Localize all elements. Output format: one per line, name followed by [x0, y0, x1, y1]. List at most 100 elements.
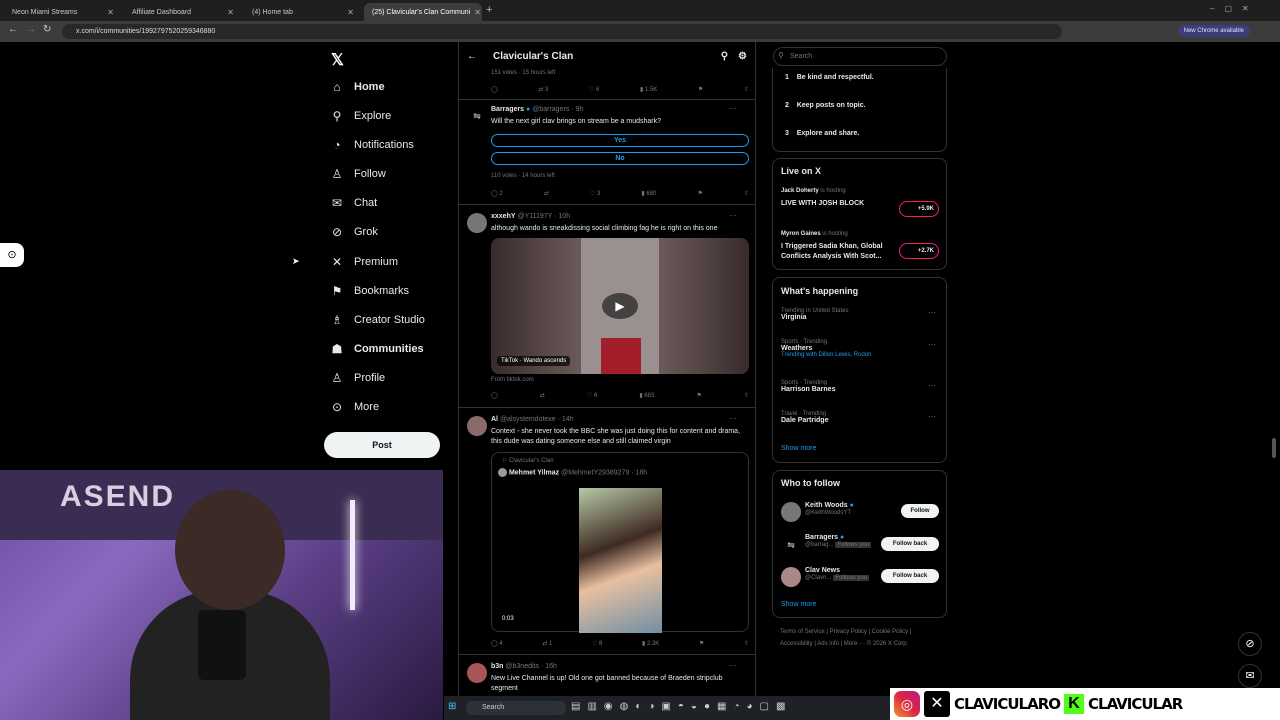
trend-3[interactable]: Sports · Trending Harrison Barnes	[781, 380, 835, 393]
reload-icon[interactable]: ↻	[43, 24, 51, 35]
live-count-1[interactable]: +5.9K	[899, 201, 939, 217]
play-icon[interactable]: ▶	[602, 293, 638, 319]
nav-creator-studio[interactable]: ♗ Creator Studio	[330, 309, 425, 331]
like-action[interactable]: ♡ 8	[592, 640, 602, 647]
x-logo-icon[interactable]: 𝕏	[331, 50, 344, 70]
more-icon[interactable]: ···	[729, 211, 737, 220]
tweet-barragers[interactable]: ⇋ Barragers ● @barragers · 9h ··· Will t…	[459, 100, 755, 205]
trend-1[interactable]: Trending in United States Virginia	[781, 308, 848, 321]
avatar[interactable]: ⇋	[781, 535, 801, 555]
taskbar-apps-icon[interactable]: ▤▥◉◍◐◑▣◓◒●▦◔◕▢▩	[571, 701, 792, 712]
show-more-link[interactable]: Show more	[781, 601, 816, 608]
video-embed[interactable]: ▶ TikTok · Wando ascends	[491, 238, 749, 374]
grok-icon[interactable]: ⊘	[1238, 632, 1262, 656]
author-name[interactable]: Al	[491, 416, 498, 423]
bookmark-icon[interactable]: ⚑	[699, 640, 704, 647]
reply-action[interactable]: ◯ 4	[491, 640, 503, 647]
author-name[interactable]: b3n	[491, 663, 503, 670]
new-tab-icon[interactable]: +	[486, 4, 492, 16]
follow-back-button[interactable]: Follow back	[881, 569, 939, 583]
reply-icon[interactable]: ◯	[491, 392, 498, 399]
window-controls[interactable]: –▢✕	[1210, 4, 1259, 13]
show-more-link[interactable]: Show more	[781, 445, 816, 452]
messages-icon[interactable]: ✉	[1238, 664, 1262, 688]
new-chrome-badge[interactable]: New Chrome available	[1177, 25, 1250, 37]
tab-clavicular-clan[interactable]: (25) Clavicular's Clan Communi ✕	[364, 3, 482, 21]
follow-back-button[interactable]: Follow back	[881, 537, 939, 551]
like-action[interactable]: ♡ 6	[587, 392, 597, 399]
avatar[interactable]	[781, 567, 801, 587]
back-icon[interactable]: ←	[8, 24, 18, 35]
live-title-2[interactable]: I Triggered Sadia Khan, Global Conflicts…	[781, 242, 893, 262]
live-title-1[interactable]: LIVE WITH JOSH BLOCK	[781, 200, 864, 207]
more-icon[interactable]: ···	[729, 104, 737, 113]
poll-option-yes[interactable]: Yes	[491, 134, 749, 147]
tweet-al[interactable]: Al @alsystemdotexe · 14h ··· Context - s…	[459, 408, 755, 655]
nav-explore[interactable]: ⚲ Explore	[330, 105, 392, 127]
share-icon[interactable]: ⇧	[744, 640, 749, 647]
tab-affiliate[interactable]: Affiliate Dashboard ✕	[124, 3, 242, 21]
nav-grok[interactable]: ⊘ Grok	[330, 221, 378, 243]
close-icon[interactable]: ✕	[347, 8, 354, 17]
author-name[interactable]: Barragers	[491, 106, 524, 113]
tweet-xxxehy[interactable]: xxxehY @Y11197Y · 10h ··· although wando…	[459, 205, 755, 408]
live-count-2[interactable]: +2.7K	[899, 243, 939, 259]
nav-more[interactable]: ⊙ More	[330, 396, 379, 418]
bookmark-icon[interactable]: ⚑	[698, 86, 703, 93]
trend-2[interactable]: Sports · Trending Weathers Trending with D…	[781, 339, 872, 358]
link-source[interactable]: From tiktok.com	[491, 377, 534, 383]
search-input[interactable]: Search	[773, 47, 947, 66]
tab-home[interactable]: (4) Home tab ✕	[244, 3, 362, 21]
follow-button[interactable]: Follow	[901, 504, 939, 518]
views-action[interactable]: ▮ 680	[641, 190, 656, 197]
wtf-user-1[interactable]: Keith Woods ● @KeithWoodsYT	[805, 502, 854, 516]
avatar[interactable]	[781, 502, 801, 522]
back-arrow-icon[interactable]: ←	[467, 51, 477, 62]
nav-bookmarks[interactable]: ⚑ Bookmarks	[330, 280, 409, 302]
views-action[interactable]: ▮ 2.3K	[642, 640, 659, 647]
like-action[interactable]: ♡ 3	[590, 190, 600, 197]
retweet-icon[interactable]: ⇄	[544, 190, 549, 197]
forward-icon[interactable]: →	[26, 24, 36, 35]
retweet-action[interactable]: ⇄ 1	[542, 640, 552, 647]
views-action[interactable]: ▮ 683	[639, 392, 654, 399]
avatar[interactable]	[467, 213, 487, 233]
nav-premium[interactable]: ✕ Premium	[330, 251, 398, 273]
footer-links[interactable]: Terms of Service | Privacy Policy | Cook…	[780, 629, 911, 635]
nav-chat[interactable]: ✉ Chat	[330, 192, 377, 214]
author-name[interactable]: xxxehY	[491, 213, 516, 220]
more-icon[interactable]: ···	[729, 414, 737, 423]
quote-tweet[interactable]: ⚐ Clavicular's Clan Mehmet Yilmaz @Mehme…	[491, 452, 749, 633]
nav-home[interactable]: ⌂ Home	[330, 76, 384, 98]
settings-icon[interactable]: ⚙	[738, 51, 747, 62]
nav-notifications[interactable]: ◔ Notifications	[330, 134, 414, 156]
footer-links-2[interactable]: Accessibility | Ads info | More ··· © 20…	[780, 641, 908, 647]
url-field[interactable]: x.com/i/communities/1992797520259346880	[62, 24, 1062, 39]
close-icon[interactable]: ✕	[227, 8, 234, 17]
post-button[interactable]: Post	[324, 432, 440, 458]
search-icon[interactable]: ⚲	[721, 51, 728, 62]
poll-option-no[interactable]: No	[491, 152, 749, 165]
tab-neon-miami[interactable]: Neon Miami Streams ✕	[4, 3, 122, 21]
more-icon[interactable]: ···	[928, 381, 936, 390]
share-icon[interactable]: ⇧	[744, 190, 749, 197]
retweet-action[interactable]: ⇄ 3	[538, 86, 548, 93]
more-icon[interactable]: ···	[928, 412, 936, 421]
more-icon[interactable]: ···	[729, 661, 737, 670]
scrollbar[interactable]	[1272, 438, 1276, 458]
more-icon[interactable]: ···	[928, 308, 936, 317]
avatar[interactable]: ⇋	[467, 106, 487, 126]
reply-icon[interactable]: ◯	[491, 86, 498, 93]
retweet-icon[interactable]: ⇄	[540, 392, 545, 399]
avatar[interactable]	[467, 416, 487, 436]
avatar[interactable]	[467, 663, 487, 683]
views-action[interactable]: ▮ 1.5K	[640, 86, 657, 93]
side-tool-icon[interactable]: ⊙	[0, 243, 24, 267]
wtf-user-3[interactable]: Clav News @Clavn... Follows you	[805, 567, 870, 581]
share-icon[interactable]: ⇧	[744, 86, 749, 93]
nav-follow[interactable]: ♙ Follow	[330, 163, 386, 185]
reply-action[interactable]: ◯ 2	[491, 190, 503, 197]
wtf-user-2[interactable]: Barragers ● @barrag... Follows you	[805, 534, 872, 548]
trend-4[interactable]: Travel · Trending Dale Partridge	[781, 411, 828, 424]
more-icon[interactable]: ···	[928, 340, 936, 349]
